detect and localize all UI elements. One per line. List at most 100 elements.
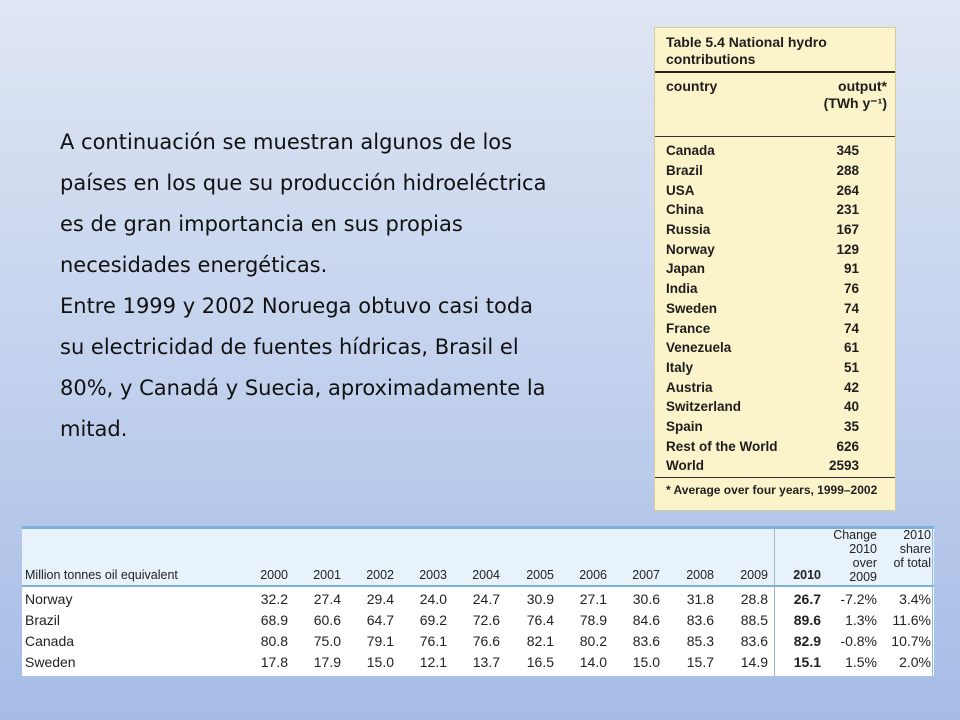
output-value: 42	[843, 379, 859, 395]
country-name: Italy	[666, 359, 694, 375]
country-name: Brazil	[666, 163, 703, 179]
paragraph-line: Entre 1999 y 2002 Noruega obtuvo casi to…	[60, 294, 534, 318]
country-name: Sweden	[666, 300, 718, 316]
year-header: 2001	[313, 568, 341, 582]
hydro-contributions-table: Table 5.4 National hydro contributions c…	[654, 27, 896, 511]
value-cell: 85.3	[686, 633, 714, 649]
column-header-output: output* (TWh y⁻¹)	[777, 78, 887, 112]
share-header-line: 2010	[903, 528, 931, 542]
value-current-year: 82.9	[793, 633, 821, 649]
value-cell: 14.9	[740, 654, 768, 670]
paragraph-line: es de gran importancia en sus propias	[60, 212, 463, 236]
table-row: Brazil 288	[666, 161, 859, 181]
change-header: Change 2010 over 2009	[822, 528, 877, 584]
unit-label: Million tonnes oil equivalent	[25, 568, 178, 582]
value-cell: 30.9	[526, 591, 554, 607]
country-name: Rest of the World	[666, 438, 778, 454]
country-name: Japan	[666, 261, 706, 277]
output-value: 74	[843, 320, 859, 336]
table-row: Spain 35	[666, 417, 859, 437]
output-value: 345	[836, 143, 859, 159]
value-cell: 76.1	[419, 633, 447, 649]
value-cell: 64.7	[366, 612, 394, 628]
table-row: World 2593	[666, 456, 859, 476]
value-cell: 79.1	[366, 633, 394, 649]
output-value: 626	[836, 438, 859, 454]
value-cell: 69.2	[419, 612, 447, 628]
value-cell: 80.2	[579, 633, 607, 649]
change-value: 1.5%	[845, 654, 877, 670]
value-cell: 88.5	[740, 612, 768, 628]
country-name: USA	[666, 182, 695, 198]
country-name: Brazil	[25, 612, 61, 628]
value-cell: 17.8	[260, 654, 288, 670]
output-value: 35	[843, 418, 859, 434]
value-cell: 76.6	[472, 633, 500, 649]
value-cell: 14.0	[579, 654, 607, 670]
table-row: Italy 51	[666, 358, 859, 378]
value-cell: 15.0	[366, 654, 394, 670]
output-value: 264	[836, 182, 859, 198]
change-header-line: Change	[833, 528, 877, 542]
table-row: Japan 91	[666, 259, 859, 279]
share-header-line: of total	[893, 556, 931, 570]
divider	[655, 136, 895, 137]
country-name: World	[666, 458, 704, 474]
value-cell: 15.7	[686, 654, 714, 670]
share-header: 2010 share of total	[882, 528, 931, 570]
value-cell: 84.6	[632, 612, 660, 628]
country-name: Sweden	[25, 654, 76, 670]
value-cell: 60.6	[313, 612, 341, 628]
change-header-line: 2010 over	[849, 542, 877, 570]
value-cell: 80.8	[260, 633, 288, 649]
paragraph-line: su electricidad de fuentes hídricas, Bra…	[60, 335, 519, 359]
output-value: 2593	[828, 458, 859, 474]
table-row: Norway 129	[666, 239, 859, 259]
value-cell: 13.7	[472, 654, 500, 670]
table-row: Canada 345	[666, 141, 859, 161]
footnote: * Average over four years, 1999–2002	[666, 483, 878, 497]
country-name: Switzerland	[666, 399, 742, 415]
paragraph-line: 80%, y Canadá y Suecia, aproximadamente …	[60, 376, 546, 400]
table-row: USA 264	[666, 180, 859, 200]
year-header-current: 2010	[793, 568, 821, 582]
share-header-line: share	[899, 542, 931, 556]
value-cell: 27.1	[579, 591, 607, 607]
divider	[655, 71, 895, 73]
year-header: 2003	[419, 568, 447, 582]
year-header: 2005	[526, 568, 554, 582]
value-cell: 78.9	[579, 612, 607, 628]
bp-hydro-consumption-table: Million tonnes oil equivalent 2000 2001 …	[22, 526, 934, 676]
output-value: 231	[836, 202, 859, 218]
value-cell: 31.8	[686, 591, 714, 607]
country-name: Spain	[666, 418, 703, 434]
share-value: 2.0%	[899, 654, 931, 670]
year-header: 2006	[579, 568, 607, 582]
paragraph-line: A continuación se muestran algunos de lo…	[60, 130, 513, 154]
table-rows: Canada 345 Brazil 288 USA 264 China 231 Russ…	[666, 141, 859, 476]
table-row: France 74	[666, 318, 859, 338]
output-header-line1: output*	[838, 78, 887, 94]
value-cell: 30.6	[632, 591, 660, 607]
table-row: Switzerland 40	[666, 397, 859, 417]
change-value: -0.8%	[840, 633, 877, 649]
paragraph-line: necesidades energéticas.	[60, 253, 328, 277]
paragraph-line: países en los que su producción hidroelé…	[60, 171, 547, 195]
value-cell: 32.2	[260, 591, 288, 607]
table-row: Sweden 74	[666, 299, 859, 319]
share-value: 11.6%	[892, 612, 931, 628]
value-current-year: 26.7	[793, 591, 821, 607]
value-cell: 17.9	[313, 654, 341, 670]
value-cell: 75.0	[313, 633, 341, 649]
country-name: Russia	[666, 222, 711, 238]
value-cell: 76.4	[526, 612, 554, 628]
value-cell: 72.6	[472, 612, 500, 628]
change-value: -7.2%	[840, 591, 877, 607]
country-name: Norway	[666, 241, 715, 257]
output-value: 91	[843, 261, 859, 277]
value-current-year: 89.6	[793, 612, 821, 628]
value-cell: 68.9	[260, 612, 288, 628]
output-value: 40	[843, 399, 859, 415]
column-header-country: country	[666, 78, 718, 94]
country-name: China	[666, 202, 704, 218]
